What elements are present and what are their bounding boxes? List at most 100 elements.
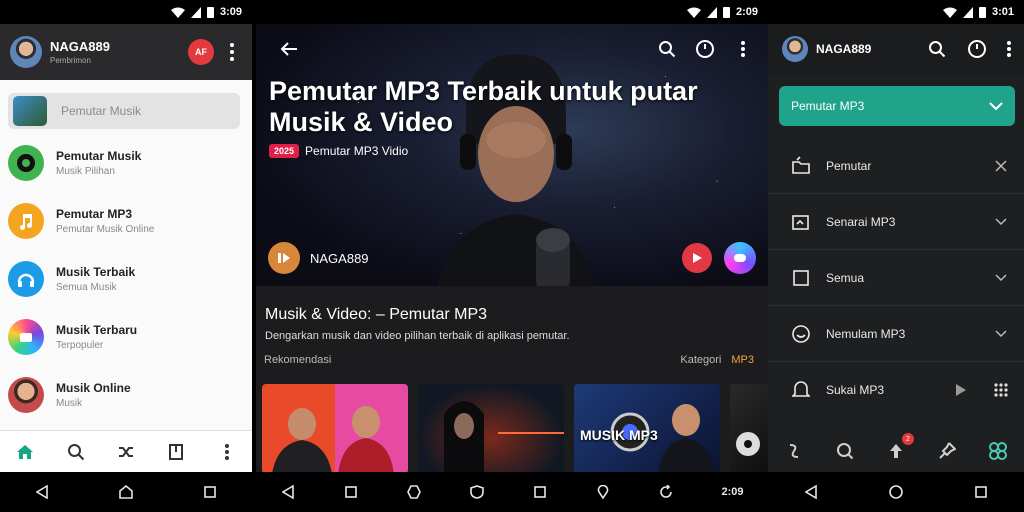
search-icon[interactable] — [833, 439, 857, 463]
rotate-nav-icon[interactable] — [655, 481, 677, 503]
screen-home-list: 3:09 NAGA889 Pembrimon AF Pemutar Musik … — [0, 0, 252, 512]
list-item-title: Musik Terbaru — [56, 323, 138, 337]
timer-icon[interactable] — [690, 34, 720, 64]
status-bar: 3:01 — [768, 0, 1024, 24]
search-icon[interactable] — [652, 34, 682, 64]
system-nav-bar: 2:09 — [256, 472, 768, 512]
play-icon[interactable] — [952, 381, 970, 399]
media-card[interactable] — [262, 384, 408, 474]
media-card[interactable]: MUSIK MP3 — [574, 384, 720, 474]
list-item[interactable]: Pemutar MP3 Pemutar Musik Online — [0, 192, 252, 250]
status-time: 3:01 — [991, 6, 1014, 18]
avatar[interactable] — [782, 36, 808, 62]
wifi-icon — [686, 7, 701, 18]
recents-nav-icon[interactable] — [199, 481, 221, 503]
back-nav-icon[interactable] — [277, 481, 299, 503]
row-header: Rekomendasi Kategori MP3 — [264, 354, 754, 366]
menu-item[interactable]: Nemulam MP3 — [768, 306, 1024, 362]
profile-badge-button[interactable]: AF — [188, 39, 214, 65]
list-item[interactable]: Musik Terbaru Terpopuler — [0, 308, 252, 366]
media-card[interactable] — [730, 384, 768, 474]
list-item[interactable]: Pemutar Musik Musik Pilihan — [0, 134, 252, 192]
hero-title: Pemutar MP3 Terbaik untuk putar Musik & … — [269, 76, 698, 137]
square-nav-icon[interactable] — [529, 481, 551, 503]
apps-icon[interactable] — [986, 439, 1010, 463]
more-icon[interactable] — [215, 440, 239, 464]
upload-icon[interactable]: 2 — [884, 433, 914, 463]
shuffle-icon[interactable] — [114, 440, 138, 464]
more-options-icon[interactable] — [222, 40, 242, 64]
nav-time-text: 2:09 — [721, 486, 744, 498]
menu-item[interactable]: Semua — [768, 250, 1024, 306]
home-nav-icon[interactable] — [885, 481, 907, 503]
home-nav-icon[interactable] — [115, 481, 137, 503]
signal-icon — [706, 6, 717, 18]
signal-icon — [962, 6, 973, 18]
bottom-nav: 2 — [768, 430, 1024, 472]
shuffle-icon[interactable] — [782, 439, 806, 463]
headphones-icon — [790, 323, 812, 345]
selected-menu-dropdown[interactable]: Pemutar MP3 — [779, 86, 1015, 126]
media-card[interactable] — [418, 384, 564, 474]
search-icon[interactable] — [64, 440, 88, 464]
status-bar: 3:09 — [0, 0, 252, 24]
section-title: Musik & Video: – Pemutar MP3 — [265, 306, 488, 323]
assistant-button[interactable] — [724, 242, 756, 274]
list-item-title: Musik Terbaik — [56, 265, 136, 279]
notification-badge: 2 — [901, 433, 914, 445]
location-nav-icon[interactable] — [592, 481, 614, 503]
selected-label: Pemutar MP3 — [791, 99, 865, 113]
close-icon[interactable] — [992, 157, 1010, 175]
back-nav-icon[interactable] — [800, 481, 822, 503]
avatar[interactable] — [10, 36, 42, 68]
search-bar[interactable]: Pemutar Musik — [8, 93, 240, 129]
user-avatar-icon — [8, 377, 44, 413]
row-mp3-link[interactable]: MP3 — [731, 354, 754, 366]
screen-menu: 3:01 NAGA889 Pemutar MP3 Pemutar Senarai… — [768, 0, 1024, 512]
recents-nav-icon[interactable] — [340, 481, 362, 503]
media-cards: MUSIK MP3 — [262, 384, 768, 474]
more-options-icon[interactable] — [728, 34, 758, 64]
library-icon[interactable] — [164, 440, 188, 464]
menu-item[interactable]: Pemutar — [768, 138, 1024, 194]
status-bar: 2:09 — [256, 0, 768, 24]
row-left-label[interactable]: Rekomendasi — [264, 354, 331, 366]
list-item-title: Pemutar MP3 — [56, 207, 133, 221]
hero-subtitle: Pemutar MP3 Vidio — [305, 144, 409, 158]
shield-nav-icon[interactable] — [466, 481, 488, 503]
music-icon — [8, 145, 44, 181]
bell-icon — [790, 379, 812, 401]
menu-item-label: Semua — [826, 270, 865, 285]
more-options-icon[interactable] — [1004, 36, 1014, 62]
timer-icon[interactable] — [964, 36, 990, 62]
hero-actions: NAGA889 — [268, 240, 756, 276]
home-nav-icon[interactable] — [403, 481, 425, 503]
chevron-down-icon[interactable] — [992, 213, 1010, 231]
menu-item[interactable]: Sukai MP3 — [768, 362, 1024, 418]
hero-subtitle-row: 2025 Pemutar MP3 Vidio — [269, 144, 408, 158]
status-time: 3:09 — [219, 6, 242, 18]
play-button[interactable] — [682, 243, 712, 273]
mp3-icon — [8, 203, 44, 239]
menu-item-label: Senarai MP3 — [826, 214, 896, 229]
battery-icon — [206, 7, 214, 18]
home-icon[interactable] — [13, 440, 37, 464]
search-icon[interactable] — [924, 36, 950, 62]
grid-icon[interactable] — [992, 381, 1010, 399]
play-brand-button[interactable] — [268, 242, 300, 274]
chevron-down-icon[interactable] — [992, 325, 1010, 343]
chevron-down-icon[interactable] — [992, 269, 1010, 287]
row-category-link[interactable]: Kategori — [680, 354, 721, 366]
back-nav-icon[interactable] — [31, 481, 53, 503]
menu-list: Pemutar Senarai MP3 Semua Nemulam MP3 Su… — [768, 138, 1024, 418]
back-arrow-icon[interactable] — [274, 34, 304, 64]
recents-nav-icon[interactable] — [970, 481, 992, 503]
playlist-icon — [8, 319, 44, 355]
menu-item[interactable]: Senarai MP3 — [768, 194, 1024, 250]
pin-icon[interactable] — [935, 439, 959, 463]
list-item-title: Pemutar Musik — [56, 149, 142, 163]
screen-player-detail: 2:09 Pemutar MP3 Terbaik untuk putar Mus… — [256, 0, 768, 512]
playlist-icon — [790, 211, 812, 233]
list-item[interactable]: Musik Terbaik Semua Musik — [0, 250, 252, 308]
list-item[interactable]: Musik Online Musik — [0, 366, 252, 424]
